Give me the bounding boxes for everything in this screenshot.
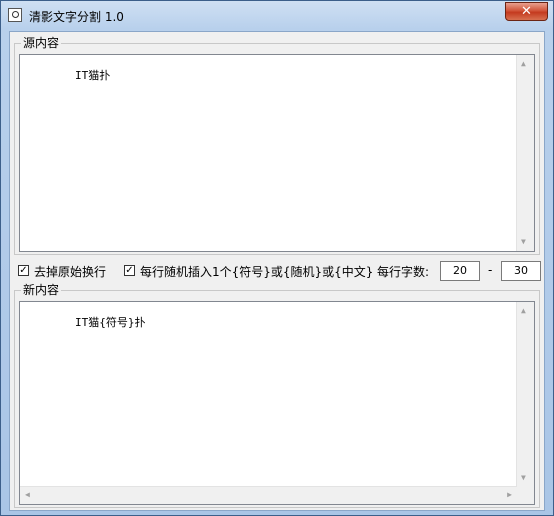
result-vertical-scrollbar[interactable]: ▲ ▼ xyxy=(516,302,534,487)
client-area: 源内容 IT猫扑 ▲ ▼ ✓ 去掉原始换行 ✓ 每行随机插入1个{符号}或{随机… xyxy=(9,31,545,511)
source-text: IT猫扑 xyxy=(74,69,111,82)
title-bar[interactable]: 清影文字分割 1.0 ✕ xyxy=(1,1,553,29)
insert-random-checkbox[interactable]: ✓ xyxy=(124,265,135,276)
options-row: ✓ 去掉原始换行 ✓ 每行随机插入1个{符号}或{随机}或{中文} 每行字数: … xyxy=(16,260,541,282)
result-group-label: 新内容 xyxy=(21,283,62,297)
scroll-down-icon[interactable]: ▼ xyxy=(521,238,526,246)
source-group: 源内容 IT猫扑 ▲ ▼ xyxy=(14,36,540,255)
scroll-up-icon[interactable]: ▲ xyxy=(521,60,526,68)
scroll-down-icon[interactable]: ▼ xyxy=(521,474,526,482)
result-group: 新内容 IT猫{符号}扑 ▲ ▼ ◀ ▶ xyxy=(14,283,540,508)
scroll-left-icon[interactable]: ◀ xyxy=(25,491,30,499)
source-textarea[interactable]: IT猫扑 ▲ ▼ xyxy=(19,54,535,252)
insert-random-label[interactable]: 每行随机插入1个{符号}或{随机}或{中文} xyxy=(140,263,373,280)
max-chars-input[interactable]: 30 xyxy=(501,261,541,281)
source-group-label: 源内容 xyxy=(21,36,62,50)
app-window: 清影文字分割 1.0 ✕ 源内容 IT猫扑 ▲ ▼ ✓ 去掉原始换行 ✓ 每行随… xyxy=(0,0,554,516)
min-chars-input[interactable]: 20 xyxy=(440,261,480,281)
remove-newlines-label[interactable]: 去掉原始换行 xyxy=(34,263,106,280)
app-icon xyxy=(8,8,22,22)
remove-newlines-checkbox[interactable]: ✓ xyxy=(18,265,29,276)
scrollbar-corner xyxy=(517,487,534,504)
close-button[interactable]: ✕ xyxy=(505,2,548,21)
chars-per-line-label: 每行字数: xyxy=(377,265,430,279)
result-text: IT猫{符号}扑 xyxy=(74,316,146,329)
result-textarea[interactable]: IT猫{符号}扑 ▲ ▼ ◀ ▶ xyxy=(19,301,535,505)
result-horizontal-scrollbar[interactable]: ◀ ▶ xyxy=(20,486,517,504)
source-vertical-scrollbar[interactable]: ▲ ▼ xyxy=(516,55,534,251)
scroll-right-icon[interactable]: ▶ xyxy=(507,491,512,499)
window-title: 清影文字分割 1.0 xyxy=(29,10,124,24)
range-separator: - xyxy=(488,263,493,277)
scroll-up-icon[interactable]: ▲ xyxy=(521,307,526,315)
